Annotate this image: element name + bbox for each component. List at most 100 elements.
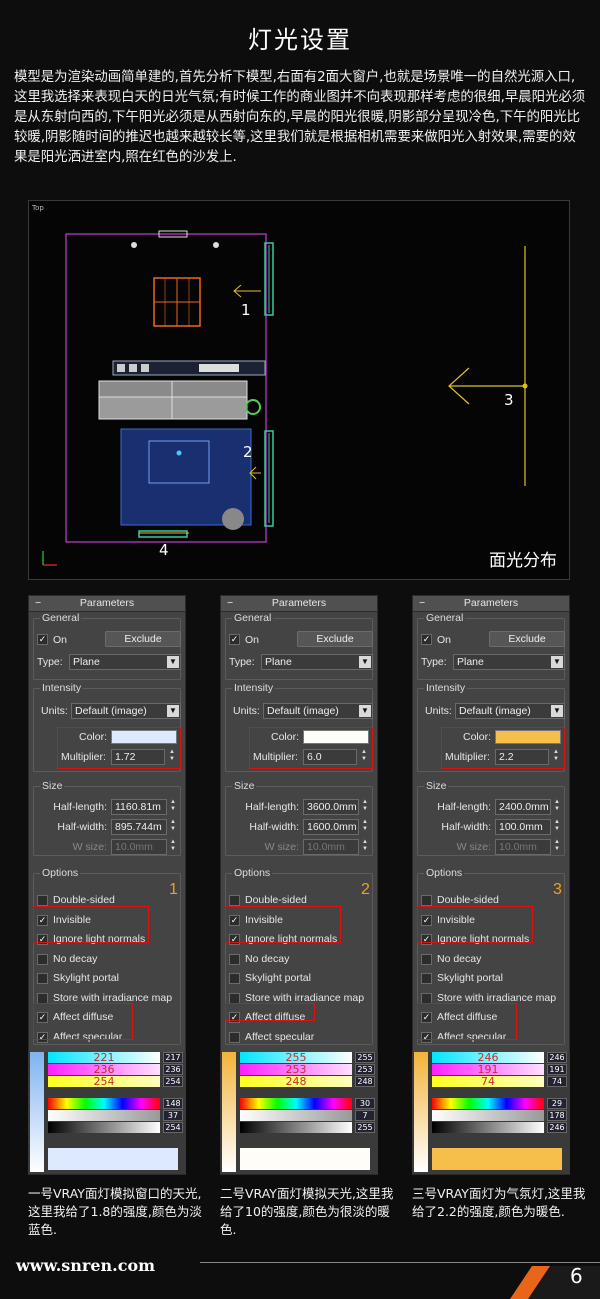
spinner-arrows-icon[interactable]: ▲ ▼ xyxy=(361,839,369,855)
rgb-strip[interactable]: 254 xyxy=(48,1076,160,1087)
rgb-strip[interactable]: 236 xyxy=(48,1064,160,1075)
half-width-input[interactable]: 895.744m xyxy=(111,819,167,835)
spinner-arrows-icon[interactable]: ▲ ▼ xyxy=(361,799,369,815)
rgb-strip[interactable]: 191 xyxy=(432,1064,544,1075)
hsv-strip[interactable] xyxy=(432,1110,544,1121)
w-size-input[interactable]: 10.0mm xyxy=(303,839,359,855)
option-checkbox[interactable] xyxy=(37,895,48,906)
spinner-arrows-icon[interactable]: ▲ ▼ xyxy=(361,819,369,835)
option-checkbox[interactable] xyxy=(229,973,240,984)
chevron-down-icon[interactable]: ▼ xyxy=(167,705,179,717)
spinner-arrows-icon[interactable]: ▲ ▼ xyxy=(552,749,560,765)
rgb-value[interactable]: 253 xyxy=(355,1064,375,1075)
rgb-value[interactable]: 246 xyxy=(547,1052,567,1063)
spinner-arrows-icon[interactable]: ▲ ▼ xyxy=(553,839,561,855)
collapse-icon[interactable]: − xyxy=(35,596,41,611)
units-dropdown[interactable]: Default (image) ▼ xyxy=(263,703,373,719)
option-checkbox[interactable] xyxy=(37,973,48,984)
spinner-arrows-icon[interactable]: ▲ ▼ xyxy=(169,799,177,815)
value-bar[interactable] xyxy=(414,1052,428,1172)
chevron-down-icon[interactable]: ▼ xyxy=(551,705,563,717)
footer-url[interactable]: www.snren.com xyxy=(16,1256,155,1275)
on-checkbox[interactable]: ✓ xyxy=(229,634,240,645)
option-checkbox[interactable] xyxy=(421,954,432,965)
hsv-strip[interactable] xyxy=(48,1098,160,1109)
hsv-strip[interactable] xyxy=(432,1098,544,1109)
option-checkbox[interactable] xyxy=(421,973,432,984)
type-dropdown[interactable]: Plane ▼ xyxy=(453,654,565,670)
color-picker-2[interactable]: 255 255 253 253 248 248 30 7 255 xyxy=(220,1052,378,1174)
rgb-strip[interactable]: 221 xyxy=(48,1052,160,1063)
spinner-arrows-icon[interactable]: ▲ ▼ xyxy=(169,839,177,855)
value-bar[interactable] xyxy=(30,1052,44,1172)
half-length-input[interactable]: 1160.81m xyxy=(111,799,167,815)
rgb-value[interactable]: 255 xyxy=(355,1052,375,1063)
rgb-strip[interactable]: 248 xyxy=(240,1076,352,1087)
half-width-input[interactable]: 1600.0mm xyxy=(303,819,359,835)
color-swatch[interactable] xyxy=(495,730,561,744)
half-width-input[interactable]: 100.0mm xyxy=(495,819,551,835)
hsv-value[interactable]: 29 xyxy=(547,1098,567,1109)
spinner-arrows-icon[interactable]: ▲ ▼ xyxy=(360,749,368,765)
option-checkbox[interactable] xyxy=(229,895,240,906)
rgb-value[interactable]: 254 xyxy=(163,1076,183,1087)
spinner-arrows-icon[interactable]: ▲ ▼ xyxy=(553,819,561,835)
multiplier-input[interactable]: 1.72 xyxy=(111,749,165,765)
hsv-value[interactable]: 246 xyxy=(547,1122,567,1133)
hsv-strip[interactable] xyxy=(48,1110,160,1121)
color-swatch[interactable] xyxy=(303,730,369,744)
hsv-strip[interactable] xyxy=(48,1122,160,1133)
collapse-icon[interactable]: − xyxy=(227,596,233,611)
on-checkbox[interactable]: ✓ xyxy=(421,634,432,645)
hsv-strip[interactable] xyxy=(432,1122,544,1133)
hsv-value[interactable]: 178 xyxy=(547,1110,567,1121)
on-checkbox[interactable]: ✓ xyxy=(37,634,48,645)
rgb-value[interactable]: 236 xyxy=(163,1064,183,1075)
rgb-value[interactable]: 217 xyxy=(163,1052,183,1063)
chevron-down-icon[interactable]: ▼ xyxy=(359,705,371,717)
half-length-input[interactable]: 2400.0mm xyxy=(495,799,551,815)
exclude-button[interactable]: Exclude xyxy=(297,631,373,647)
multiplier-input[interactable]: 2.2 xyxy=(495,749,549,765)
hsv-strip[interactable] xyxy=(240,1122,352,1133)
chevron-down-icon[interactable]: ▼ xyxy=(359,656,371,668)
spinner-arrows-icon[interactable]: ▲ ▼ xyxy=(553,799,561,815)
rgb-strip[interactable]: 253 xyxy=(240,1064,352,1075)
half-length-input[interactable]: 3600.0mm xyxy=(303,799,359,815)
w-size-input[interactable]: 10.0mm xyxy=(111,839,167,855)
spinner-arrows-icon[interactable]: ▲ ▼ xyxy=(168,749,176,765)
units-dropdown[interactable]: Default (image) ▼ xyxy=(71,703,181,719)
option-checkbox[interactable] xyxy=(421,895,432,906)
type-dropdown[interactable]: Plane ▼ xyxy=(261,654,373,670)
value-bar[interactable] xyxy=(222,1052,236,1172)
chevron-down-icon[interactable]: ▼ xyxy=(551,656,563,668)
rollout-header[interactable]: − Parameters xyxy=(413,596,569,612)
w-size-input[interactable]: 10.0mm xyxy=(495,839,551,855)
exclude-button[interactable]: Exclude xyxy=(105,631,181,647)
hsv-value[interactable]: 254 xyxy=(163,1122,183,1133)
rollout-header[interactable]: − Parameters xyxy=(29,596,185,612)
option-checkbox[interactable] xyxy=(37,954,48,965)
multiplier-input[interactable]: 6.0 xyxy=(303,749,357,765)
hsv-value[interactable]: 148 xyxy=(163,1098,183,1109)
hsv-value[interactable]: 7 xyxy=(355,1110,375,1121)
rollout-header[interactable]: − Parameters xyxy=(221,596,377,612)
rgb-value[interactable]: 74 xyxy=(547,1076,567,1087)
color-picker-1[interactable]: 221 217 236 236 254 254 148 37 254 xyxy=(28,1052,186,1174)
units-dropdown[interactable]: Default (image) ▼ xyxy=(455,703,565,719)
hsv-value[interactable]: 30 xyxy=(355,1098,375,1109)
type-dropdown[interactable]: Plane ▼ xyxy=(69,654,181,670)
chevron-down-icon[interactable]: ▼ xyxy=(167,656,179,668)
spinner-arrows-icon[interactable]: ▲ ▼ xyxy=(169,819,177,835)
rgb-strip[interactable]: 246 xyxy=(432,1052,544,1063)
color-picker-3[interactable]: 246 246 191 191 74 74 29 178 246 xyxy=(412,1052,570,1174)
option-checkbox[interactable] xyxy=(229,954,240,965)
hsv-strip[interactable] xyxy=(240,1110,352,1121)
option-checkbox[interactable] xyxy=(229,1032,240,1043)
collapse-icon[interactable]: − xyxy=(419,596,425,611)
exclude-button[interactable]: Exclude xyxy=(489,631,565,647)
rgb-strip[interactable]: 74 xyxy=(432,1076,544,1087)
rgb-value[interactable]: 191 xyxy=(547,1064,567,1075)
color-swatch[interactable] xyxy=(111,730,177,744)
rgb-value[interactable]: 248 xyxy=(355,1076,375,1087)
